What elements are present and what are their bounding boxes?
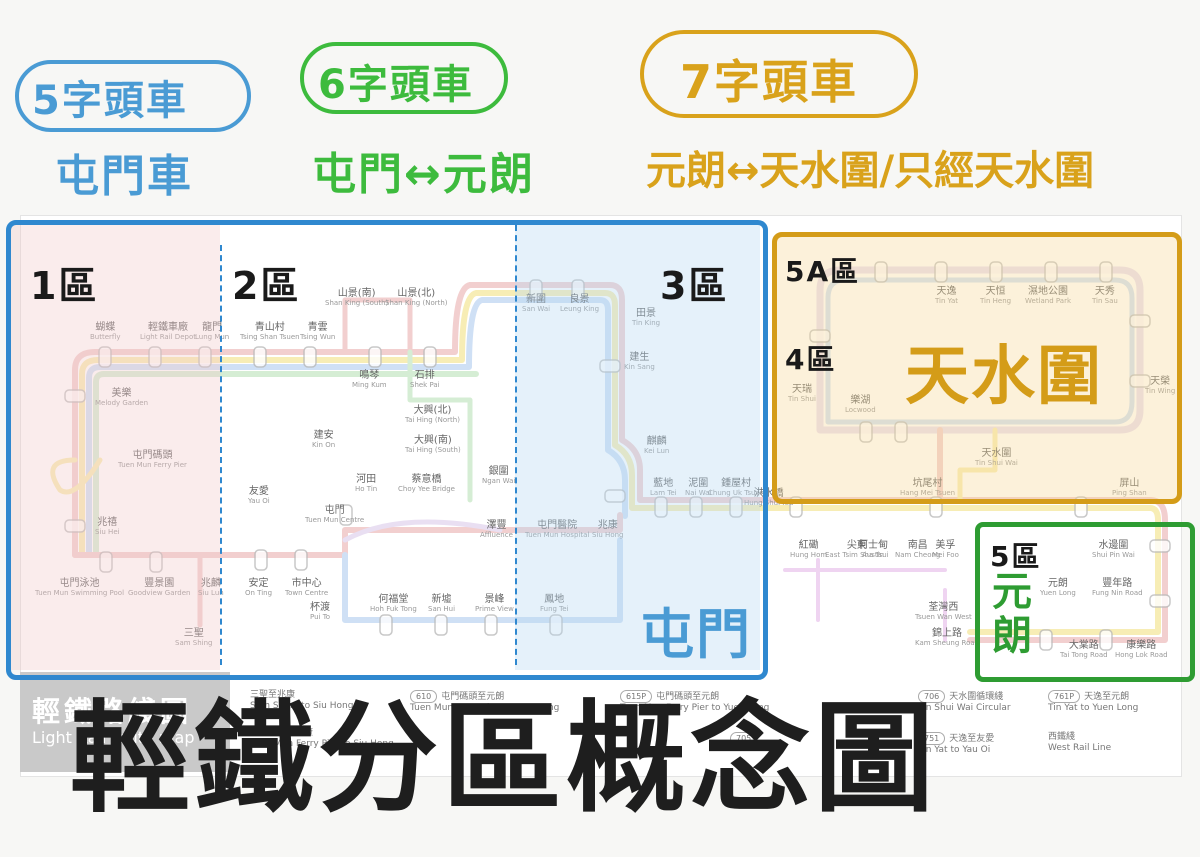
header-desc-7: 元朗↔天水圍/只經天水圍: [646, 148, 1095, 194]
zone-name-tuen-mun: 屯門: [640, 603, 752, 666]
zone-name-yuen-long: 元朗: [992, 569, 1034, 659]
station-mei-foo: 美孚 Mei Foo: [932, 540, 959, 559]
station-tsuen-wan-west: 荃灣西 Tsuen Wan West: [915, 602, 972, 621]
header-desc-6: 屯門↔元朗: [312, 149, 535, 200]
zone-divider-2-3: [515, 225, 517, 665]
station-austin: 柯士甸 Austin: [858, 540, 888, 559]
zone-divider-1-2: [220, 245, 222, 665]
zone-label-3: 3區: [660, 264, 729, 308]
station-hung-hom: 紅磡 Hung Hom: [790, 540, 828, 559]
footer-title: 輕鐵分區概念圖: [70, 690, 938, 829]
legend-item: 西鐵綫 West Rail Line: [1048, 732, 1112, 753]
header-title-6: 6字頭車: [318, 62, 474, 108]
zone-label-5a: 5A區: [785, 255, 861, 288]
header-title-5: 5字頭車: [32, 78, 188, 124]
zone-label-1: 1區: [30, 264, 99, 308]
header-title-7: 7字頭車: [680, 55, 859, 109]
zone-label-4: 4區: [785, 343, 837, 376]
legend-item: 761P 天逸至元朗 Tin Yat to Yuen Long: [1048, 690, 1139, 713]
zone-name-tin-shui-wai: 天水圍: [905, 340, 1103, 414]
station-kam-sheung-road: 錦上路 Kam Sheung Road: [915, 628, 980, 647]
header-desc-5: 屯門車: [55, 151, 193, 202]
zone-label-2: 2區: [232, 264, 301, 308]
